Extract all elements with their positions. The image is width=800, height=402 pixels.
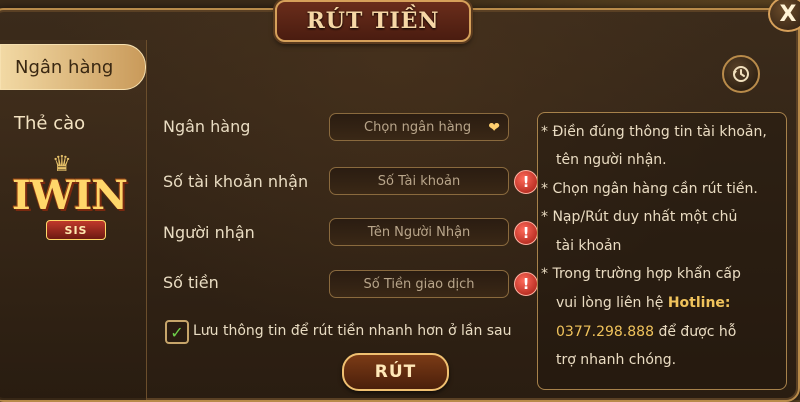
tab-label: Ngân hàng [15,56,114,78]
note-line: trợ nhanh chóng. [556,352,677,368]
dialog-title-plaque: RÚT TIỀN [275,0,471,42]
note-line: * Chọn ngân hàng cần rút tiền. [541,181,758,197]
save-info-checkbox[interactable]: ✓ [165,320,189,344]
dialog-title: RÚT TIỀN [306,8,440,34]
account-label: Số tài khoản nhận [163,172,309,191]
note-line: * Trong trường hợp khẩn cấp [541,266,741,282]
logo-badge: SIS [46,220,106,240]
bank-select[interactable]: Chọn ngân hàng ❤ [329,113,509,141]
heart-icon: ❤ [488,120,500,136]
warning-icon: ! [514,170,538,194]
note-line: * Điền đúng thông tin tài khoản, [541,124,767,140]
account-number-placeholder: Số Tài khoản [377,173,461,189]
tab-card[interactable]: Thẻ cào [0,100,146,146]
note-line: tài khoản [556,238,622,254]
logo-wordmark: IWIN [12,172,128,219]
recipient-name-placeholder: Tên Người Nhận [367,224,471,240]
recipient-label: Người nhận [163,223,255,242]
note-text: vui lòng liên hệ [556,295,664,311]
bank-label: Ngân hàng [163,117,251,136]
amount-label: Số tiền [163,273,219,292]
note-line: tên người nhận. [556,152,667,168]
hotline-number[interactable]: 0377.298.888 [556,324,654,340]
account-number-input[interactable]: Số Tài khoản [329,167,509,195]
history-icon [733,66,749,82]
withdraw-button-label: RÚT [374,362,417,382]
note-line: vui lòng liên hệ Hotline: [556,295,731,311]
withdraw-button[interactable]: RÚT [342,353,449,391]
history-button[interactable] [722,55,760,93]
amount-input[interactable]: Số Tiền giao dịch [329,270,509,298]
recipient-name-input[interactable]: Tên Người Nhận [329,218,509,246]
warning-icon: ! [514,221,538,245]
note-line: * Nạp/Rút duy nhất một chủ [541,209,738,225]
iwin-logo: ♛ IWIN SIS [12,152,142,244]
note-line: 0377.298.888 để được hỗ [556,324,736,340]
hotline-label: Hotline: [667,295,731,311]
note-text: để được hỗ [658,324,737,340]
tab-bank[interactable]: Ngân hàng [0,44,146,90]
close-icon: X [779,1,797,27]
bank-select-value: Chọn ngân hàng [364,119,472,135]
save-info-label: Lưu thông tin để rút tiền nhanh hơn ở lầ… [193,323,512,339]
tab-label: Thẻ cào [14,112,86,134]
warning-icon: ! [514,272,538,296]
checkmark-icon: ✓ [170,322,184,342]
amount-placeholder: Số Tiền giao dịch [363,276,475,292]
